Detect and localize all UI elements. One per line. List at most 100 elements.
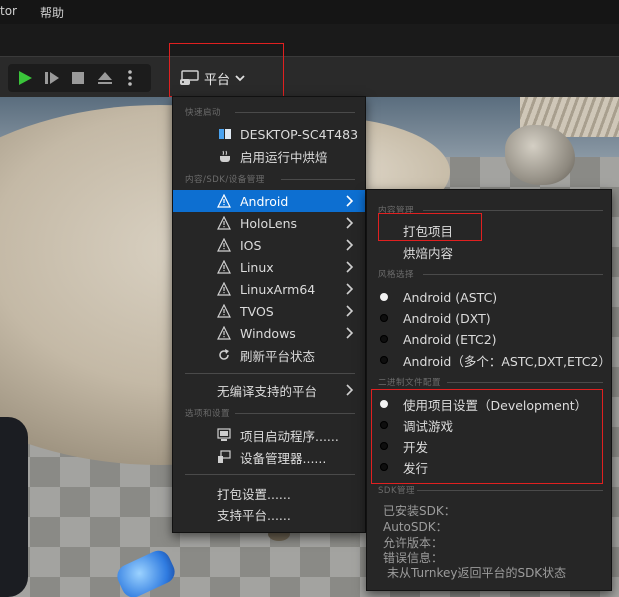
chevron-right-icon <box>346 239 354 251</box>
package-project-label: 打包项目 <box>403 223 454 239</box>
radio-config-project-settings[interactable]: 使用项目设置（Development） <box>367 393 611 415</box>
menu-item-supported-platforms[interactable]: 支持平台...... <box>173 503 365 525</box>
launcher-label: 项目启动程序...... <box>240 428 339 444</box>
flavor-label: Android (ASTC) <box>403 289 498 305</box>
menu-item-ios[interactable]: IOS <box>173 234 365 256</box>
radio-selected-icon <box>380 293 388 301</box>
radio-selected-icon <box>380 400 388 408</box>
menu-item-linux[interactable]: Linux <box>173 256 365 278</box>
section-sdk-management: SDK管理 <box>378 486 416 496</box>
play-button[interactable] <box>12 64 38 92</box>
unsupported-label: 无编译支持的平台 <box>217 383 318 399</box>
platforms-dropdown-button[interactable]: 平台 <box>172 63 262 93</box>
radio-unselected-icon <box>380 356 388 364</box>
menu-separator <box>185 373 355 374</box>
menu-item-packaging-settings[interactable]: 打包设置...... <box>173 482 365 504</box>
radio-unselected-icon <box>380 421 388 429</box>
linux-label: Linux <box>240 259 274 275</box>
section-content-sdk: 内容/SDK/设备管理 <box>185 175 265 185</box>
packaging-settings-label: 打包设置...... <box>217 486 291 502</box>
stop-button[interactable] <box>65 64 91 92</box>
config-label: 开发 <box>403 439 429 455</box>
warning-icon <box>216 193 232 209</box>
warning-icon <box>216 281 232 297</box>
section-divider <box>423 274 603 275</box>
linuxarm64-label: LinuxArm64 <box>240 281 316 297</box>
menu-help[interactable]: 帮助 <box>40 4 64 21</box>
radio-flavor-astc[interactable]: Android (ASTC) <box>367 286 611 308</box>
viewport-blue-object <box>113 546 179 597</box>
section-divider <box>447 382 603 383</box>
platform-gamepad-icon <box>180 70 199 85</box>
flavor-label: Android (ETC2) <box>403 331 497 347</box>
windows-label: Windows <box>240 325 296 341</box>
hololens-label: HoloLens <box>240 215 298 231</box>
radio-config-development[interactable]: 开发 <box>367 435 611 457</box>
menu-item-device-manager[interactable]: 设备管理器...... <box>173 446 365 468</box>
menu-item-tvos[interactable]: TVOS <box>173 300 365 322</box>
menu-item-project-launcher[interactable]: 项目启动程序...... <box>173 424 365 446</box>
kebab-menu-icon <box>128 70 132 86</box>
platforms-menu: 快速启动 DESKTOP-SC4T483 启用运行中烘焙 内容/SDK/设备管理… <box>172 96 366 533</box>
radio-unselected-icon <box>380 314 388 322</box>
chevron-right-icon <box>346 261 354 273</box>
desktop-label: DESKTOP-SC4T483 <box>240 126 359 142</box>
section-binary-configuration: 二进制文件配置 <box>378 378 442 388</box>
device-manager-label: 设备管理器...... <box>240 450 327 466</box>
play-options-button[interactable] <box>120 64 140 92</box>
chevron-right-icon <box>346 195 354 207</box>
refresh-label: 刷新平台状态 <box>240 348 316 364</box>
warning-icon <box>216 325 232 341</box>
radio-config-shipping[interactable]: 发行 <box>367 456 611 478</box>
section-flavor-selection: 风格选择 <box>378 270 415 280</box>
android-label: Android <box>240 193 289 209</box>
section-divider <box>281 179 355 180</box>
menu-item-refresh-platforms[interactable]: 刷新平台状态 <box>173 344 365 366</box>
warning-icon <box>216 215 232 231</box>
menu-separator <box>185 474 355 475</box>
radio-unselected-icon <box>380 463 388 471</box>
warning-icon <box>216 237 232 253</box>
radio-unselected-icon <box>380 442 388 450</box>
eject-button[interactable] <box>92 64 118 92</box>
section-quick-launch: 快速启动 <box>185 108 222 118</box>
section-content-management: 内容管理 <box>378 206 415 216</box>
platforms-button-label: 平台 <box>204 72 231 88</box>
radio-flavor-dxt[interactable]: Android (DXT) <box>367 307 611 329</box>
ios-label: IOS <box>240 237 262 253</box>
config-label: 使用项目设置（Development） <box>403 397 588 413</box>
stop-icon <box>72 72 84 84</box>
cook-pot-icon <box>217 148 233 164</box>
radio-config-debug-game[interactable]: 调试游戏 <box>367 414 611 436</box>
advance-frame-button[interactable] <box>39 64 65 92</box>
menu-item-linuxarm64[interactable]: LinuxArm64 <box>173 278 365 300</box>
section-divider <box>235 112 355 113</box>
section-divider <box>423 210 603 211</box>
skip-frame-icon <box>45 72 59 84</box>
radio-flavor-multi[interactable]: Android（多个：ASTC,DXT,ETC2） <box>367 349 611 371</box>
menu-item-windows[interactable]: Windows <box>173 322 365 344</box>
menu-item-hololens[interactable]: HoloLens <box>173 212 365 234</box>
menu-bar: tor 帮助 <box>0 0 619 24</box>
eject-icon <box>98 72 112 84</box>
menu-item-cook-on-the-fly[interactable]: 启用运行中烘焙 <box>173 145 365 167</box>
menu-item-desktop[interactable]: DESKTOP-SC4T483 <box>173 123 365 145</box>
radio-flavor-etc2[interactable]: Android (ETC2) <box>367 328 611 350</box>
config-label: 发行 <box>403 460 429 476</box>
menu-item-android[interactable]: Android <box>173 190 365 212</box>
cook-running-label: 启用运行中烘焙 <box>240 149 328 165</box>
viewport-dark-object <box>0 417 28 597</box>
menu-item-unsupported-platforms[interactable]: 无编译支持的平台 <box>173 379 365 401</box>
android-submenu: 内容管理 打包项目 烘焙内容 风格选择 Android (ASTC) Andro… <box>366 189 612 591</box>
chevron-right-icon <box>346 217 354 229</box>
menu-item-cook-content[interactable]: 烘焙内容 <box>367 241 611 263</box>
chevron-down-icon <box>235 75 245 82</box>
menu-item-package-project[interactable]: 打包项目 <box>367 219 611 241</box>
menu-editor[interactable]: tor <box>0 4 17 18</box>
chevron-right-icon <box>346 283 354 295</box>
flavor-label: Android (DXT) <box>403 310 491 326</box>
section-divider <box>417 490 603 491</box>
flavor-label: Android（多个：ASTC,DXT,ETC2） <box>403 353 611 369</box>
radio-unselected-icon <box>380 335 388 343</box>
windows-device-icon <box>217 126 233 142</box>
